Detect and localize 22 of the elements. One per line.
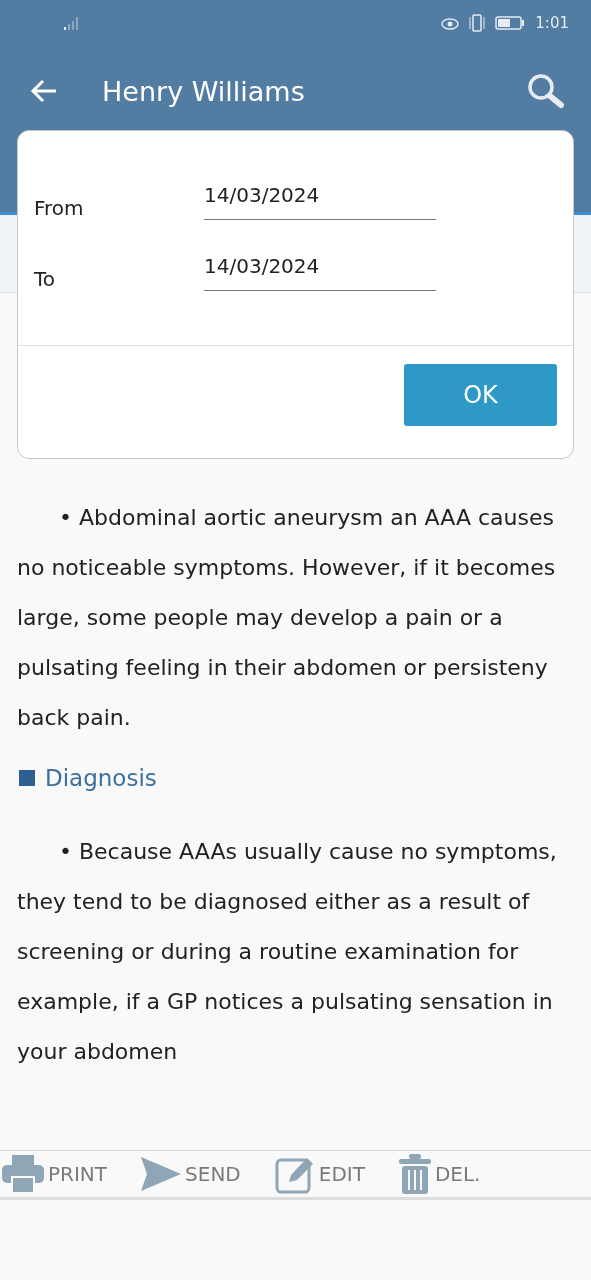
delete-button[interactable]: DEL. <box>398 1154 481 1194</box>
square-bullet-icon <box>19 770 35 786</box>
field-label: To <box>34 267 57 291</box>
edit-button[interactable]: EDIT <box>274 1154 365 1194</box>
print-button[interactable]: PRINT <box>2 1155 108 1193</box>
send-icon <box>141 1157 182 1191</box>
eye-icon <box>441 16 460 30</box>
send-button[interactable]: SEND <box>141 1157 241 1191</box>
body-paragraph: • Abdominal aortic aneurysm an AAA causes no noticeable symptoms. However, if it becomes large, some people may develop a pain or a pulsating feeling in their abdomen or persisteny back pain. <box>17 504 557 732</box>
app-title: Henry Williams <box>102 75 306 107</box>
back-arrow-icon[interactable] <box>30 79 58 103</box>
battery-icon <box>495 16 526 30</box>
status-time: 1:01 <box>535 14 569 32</box>
section-heading: Diagnosis <box>45 765 157 791</box>
search-icon[interactable] <box>527 73 565 109</box>
ok-button[interactable]: OK <box>404 364 557 426</box>
date-field[interactable]: 14/03/2024 <box>204 183 436 220</box>
trash-icon <box>398 1154 431 1194</box>
vibrate-icon <box>467 14 488 32</box>
date-field[interactable]: 14/03/2024 <box>204 254 436 291</box>
body-paragraph: • Because AAAs usually cause no symptoms, they tend to be diagnosed either as a result of screening or during a routine examination for example, if a GP notices a pulsating sensation in your abdomen <box>17 838 558 1066</box>
field-label: From <box>34 196 85 220</box>
